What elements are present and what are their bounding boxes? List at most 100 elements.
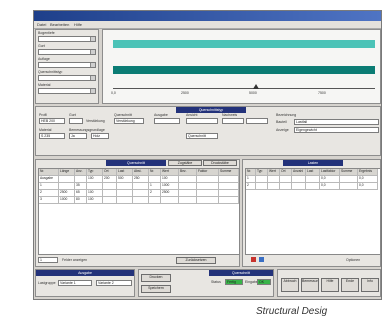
lasten-table-cell[interactable]: 0,0 [358, 176, 378, 183]
querschnitt-table-cell[interactable]: 65 [75, 190, 87, 197]
auflage-select[interactable] [38, 62, 96, 68]
querschnitt-table-cell[interactable] [197, 197, 219, 204]
querschnitt-table-cell[interactable]: 500 [117, 176, 133, 183]
querschnitt-table-cell[interactable] [197, 190, 219, 197]
querschnitt-table-cell[interactable] [197, 176, 219, 183]
bemessung-holz-field[interactable]: Holz [91, 133, 109, 139]
lasten-table-cell[interactable]: 0,0 [358, 183, 378, 190]
ende-button[interactable]: Ende [341, 278, 359, 292]
lasten-table-cell[interactable]: 2 [246, 183, 256, 190]
lasten-table-cell[interactable] [340, 176, 358, 183]
lasten-table-cell[interactable]: 1 [246, 176, 256, 183]
felder-count-field[interactable]: 1 [38, 257, 58, 263]
querschnitt-table-cell[interactable] [179, 183, 197, 190]
menu-datei[interactable]: Datei [37, 22, 46, 27]
beam-preview-canvas[interactable]: 0,0 2500 5000 7500 [102, 29, 381, 104]
querschnitt-select[interactable]: Verstärkung [114, 118, 144, 124]
querschnitt-table-cell[interactable] [179, 190, 197, 197]
querschnitt-table-cell[interactable] [59, 183, 75, 190]
querschnitt-table-cell[interactable] [117, 197, 133, 204]
bauteil-field[interactable]: Lastfall [294, 119, 379, 125]
querschnitt-table-cell[interactable] [149, 176, 161, 183]
anzeige-field[interactable]: Eigengewicht [294, 127, 379, 133]
querschnitt-table-cell[interactable]: 3 [39, 197, 59, 204]
querschnitt-ausgabe-field[interactable]: Querschnitt [186, 133, 218, 139]
querschnitt-table-cell[interactable]: 1 [149, 183, 161, 190]
lastgruppe-select[interactable]: Variante 1 [58, 280, 92, 286]
querschnitt-table-cell[interactable] [133, 190, 149, 197]
material-select[interactable] [38, 88, 96, 94]
querschnitt-table-cell[interactable]: 100 [87, 197, 103, 204]
lasten-table-cell[interactable] [256, 176, 268, 183]
querschnitt-table-cell[interactable]: 200 [103, 176, 117, 183]
hilfe-button[interactable]: Hilfe [321, 278, 339, 292]
querschnitt-table-cell[interactable] [117, 190, 133, 197]
nachweis-field[interactable] [222, 118, 244, 124]
querschnitt-table-cell[interactable] [179, 176, 197, 183]
lasten-table-cell[interactable] [340, 183, 358, 190]
lasten-table-cell[interactable] [292, 176, 306, 183]
nachweis-field-2[interactable] [246, 118, 268, 124]
querschnitt-table-cell[interactable] [219, 176, 239, 183]
querschnitt-table-cell[interactable]: 100 [87, 176, 103, 183]
lasten-table-cell[interactable] [280, 183, 292, 190]
querschnitt-table-cell[interactable] [103, 190, 117, 197]
querschnittstyp-select[interactable] [38, 75, 96, 81]
menu-hilfe[interactable]: Hilfe [74, 22, 82, 27]
menu-bearbeiten[interactable]: Bearbeiten [50, 22, 69, 27]
querschnitt-table-cell[interactable]: 2500 [59, 190, 75, 197]
querschnitt-table-cell[interactable] [75, 176, 87, 183]
lasten-table-cell[interactable] [306, 183, 320, 190]
querschnitt-table-cell[interactable] [103, 183, 117, 190]
querschnitt-table-cell[interactable] [133, 197, 149, 204]
querschnitt-table-cell[interactable]: 80 [75, 197, 87, 204]
reset-button[interactable]: Zurücksetzen [176, 257, 216, 264]
lasten-table-cell[interactable] [256, 183, 268, 190]
material-select-mid[interactable]: S 235 [39, 133, 65, 139]
querschnitt-table-cell[interactable] [103, 197, 117, 204]
lasten-table-cell[interactable] [306, 176, 320, 183]
tab-zugstaebe[interactable]: Zugstäbe [168, 160, 202, 166]
querschnitt-table-cell[interactable] [59, 176, 75, 183]
tab-druckstaebe[interactable]: Druckstäbe [203, 160, 237, 166]
querschnitt-table-cell[interactable] [117, 183, 133, 190]
speichern-button[interactable]: Speichern [141, 285, 171, 293]
querschnitt-table-cell[interactable]: 250 [133, 176, 149, 183]
bemessung-ja-field[interactable]: Ja [69, 133, 87, 139]
querschnitt-table-cell[interactable] [219, 183, 239, 190]
info-button[interactable]: Info [361, 278, 379, 292]
lastgruppe-select-2[interactable]: Variante 2 [96, 280, 132, 286]
querschnitt-table-cell[interactable]: 100 [87, 190, 103, 197]
querschnitt-table-cell[interactable]: 2 [149, 190, 161, 197]
ausgabe-field[interactable] [154, 118, 180, 124]
abbruch-button[interactable]: Abbruch [281, 278, 299, 292]
querschnitt-table-cell[interactable]: 2 [39, 190, 59, 197]
querschnitt-table-cell[interactable]: 1000 [161, 183, 179, 190]
querschnitt-table-cell[interactable]: 35 [75, 183, 87, 190]
lasten-table-cell[interactable] [292, 183, 306, 190]
querschnitt-table-cell[interactable]: Ausgabe [39, 176, 59, 183]
profil-select[interactable]: HEB 200 [39, 118, 65, 124]
lasten-table-cell[interactable] [268, 183, 280, 190]
querschnitt-table-cell[interactable] [219, 190, 239, 197]
querschnitt-table-cell[interactable]: 100 [161, 176, 179, 183]
querschnitt-table-cell[interactable] [161, 197, 179, 204]
querschnitt-table-cell[interactable] [149, 197, 161, 204]
ansicht-field[interactable] [186, 118, 218, 124]
querschnitt-table-cell[interactable]: 2500 [161, 190, 179, 197]
querschnitt-table-cell[interactable]: 1000 [59, 197, 75, 204]
lasten-table-cell[interactable] [280, 176, 292, 183]
querschnitt-table-cell[interactable] [133, 183, 149, 190]
querschnitt-table-cell[interactable] [87, 183, 103, 190]
drucken-button[interactable]: Drucken [141, 274, 171, 282]
gurt-field[interactable] [69, 118, 83, 124]
gurt-select[interactable] [38, 49, 96, 55]
querschnitt-table-cell[interactable] [197, 183, 219, 190]
lasten-table-cell[interactable] [268, 176, 280, 183]
bemessung-starten-button[interactable]: Bemessung starten [301, 278, 319, 292]
bogentiefe-select[interactable] [38, 36, 96, 42]
querschnitt-table-cell[interactable] [219, 197, 239, 204]
querschnitt-table-cell[interactable]: 1 [39, 183, 59, 190]
querschnitt-table-cell[interactable] [179, 197, 197, 204]
lasten-table-cell[interactable]: 0,0 [320, 183, 340, 190]
